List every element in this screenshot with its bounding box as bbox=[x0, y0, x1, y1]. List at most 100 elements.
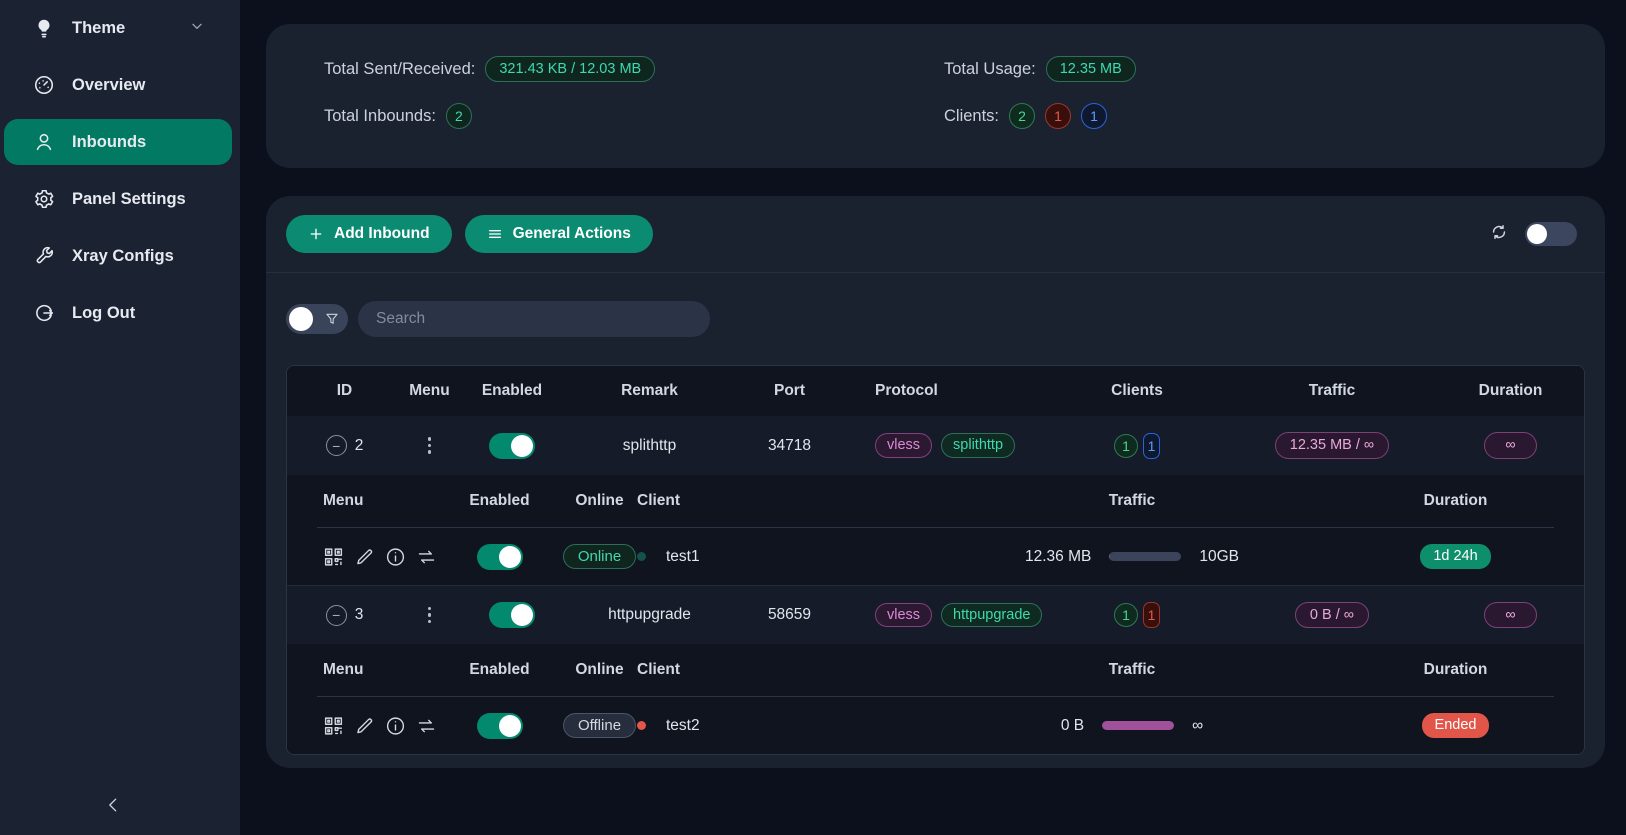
online-status-badge: Offline bbox=[563, 713, 636, 738]
sidebar-item-label: Log Out bbox=[72, 304, 135, 323]
qr-code-icon[interactable] bbox=[323, 546, 344, 568]
inbound-id: 3 bbox=[355, 606, 364, 624]
stat-total-inbounds: Total Inbounds: 2 bbox=[324, 101, 944, 131]
client-menu-cell bbox=[287, 546, 437, 568]
add-inbound-button[interactable]: Add Inbound bbox=[286, 215, 452, 253]
traffic-cell: 12.35 MB / ∞ bbox=[1227, 432, 1437, 459]
inbounds-table: ID Menu Enabled Remark Port Protocol Cli… bbox=[286, 365, 1585, 755]
main-content: Total Sent/Received: 321.43 KB / 12.03 M… bbox=[240, 0, 1626, 835]
sidebar-collapse-button[interactable] bbox=[104, 795, 128, 819]
info-icon[interactable] bbox=[385, 715, 406, 737]
menu-cell bbox=[402, 603, 457, 628]
info-icon[interactable] bbox=[385, 546, 406, 568]
auto-refresh-toggle[interactable] bbox=[1525, 222, 1577, 246]
protocol-cell: vless splithttp bbox=[847, 433, 1047, 458]
clients-cell: 1 1 bbox=[1047, 433, 1227, 459]
client-traffic-cell: 12.36 MB 10GB bbox=[937, 548, 1327, 566]
repeat-icon[interactable] bbox=[416, 715, 437, 737]
sidebar-item-theme[interactable]: Theme bbox=[4, 5, 232, 51]
id-cell: − 2 bbox=[287, 435, 402, 456]
general-actions-button[interactable]: General Actions bbox=[465, 215, 653, 253]
subcol-header-client: Client bbox=[637, 492, 937, 510]
wrench-icon bbox=[33, 245, 55, 267]
client-traffic-cell: 0 B ∞ bbox=[937, 717, 1327, 735]
online-status-badge: Online bbox=[563, 544, 636, 569]
stat-total-sent-received: Total Sent/Received: 321.43 KB / 12.03 M… bbox=[324, 54, 944, 84]
sidebar-item-xray-configs[interactable]: Xray Configs bbox=[4, 233, 232, 279]
subcol-header-enabled: Enabled bbox=[437, 492, 562, 510]
subcol-header-enabled: Enabled bbox=[437, 661, 562, 679]
repeat-icon[interactable] bbox=[416, 546, 437, 568]
sidebar-item-label: Panel Settings bbox=[72, 190, 186, 209]
client-enabled-toggle[interactable] bbox=[477, 713, 523, 739]
sidebar-item-overview[interactable]: Overview bbox=[4, 62, 232, 108]
sidebar: Theme Overview Inbounds Panel Settings X… bbox=[0, 0, 240, 835]
transport-tag: splithttp bbox=[941, 433, 1015, 458]
client-duration-cell: Ended bbox=[1327, 713, 1584, 738]
sidebar-item-label: Xray Configs bbox=[72, 247, 174, 266]
col-header-duration: Duration bbox=[1437, 382, 1584, 400]
search-row bbox=[266, 273, 1605, 351]
protocol-tag: vless bbox=[875, 603, 932, 628]
search-input[interactable] bbox=[358, 301, 710, 337]
chevron-down-icon bbox=[190, 19, 204, 38]
collapse-row-icon[interactable]: − bbox=[326, 605, 347, 626]
client-duration-badge: 1d 24h bbox=[1420, 544, 1490, 569]
traffic-progress-bar bbox=[1102, 721, 1174, 730]
client-enabled-toggle[interactable] bbox=[477, 544, 523, 570]
client-row: Offline test2 0 B ∞ Ended bbox=[287, 697, 1584, 754]
client-status-dot bbox=[637, 552, 646, 561]
protocol-tag: vless bbox=[875, 433, 932, 458]
subcol-header-traffic: Traffic bbox=[937, 661, 1327, 679]
dashboard-icon bbox=[33, 74, 55, 96]
toolbar: Add Inbound General Actions bbox=[266, 196, 1605, 273]
client-header-row: Menu Enabled Online Client Traffic Durat… bbox=[287, 644, 1584, 696]
transport-tag: httpupgrade bbox=[941, 603, 1042, 628]
sidebar-item-label: Theme bbox=[72, 19, 125, 38]
kebab-menu-icon[interactable] bbox=[424, 433, 436, 458]
expanded-clients-panel: Menu Enabled Online Client Traffic Durat… bbox=[287, 475, 1584, 585]
col-header-remark: Remark bbox=[567, 382, 732, 400]
traffic-used: 0 B bbox=[1061, 717, 1084, 735]
collapse-row-icon[interactable]: − bbox=[326, 435, 347, 456]
col-header-id: ID bbox=[287, 382, 402, 400]
duration-badge: ∞ bbox=[1484, 602, 1536, 629]
edit-icon[interactable] bbox=[354, 546, 375, 568]
id-cell: − 3 bbox=[287, 605, 402, 626]
sidebar-item-inbounds[interactable]: Inbounds bbox=[4, 119, 232, 165]
sidebar-item-panel-settings[interactable]: Panel Settings bbox=[4, 176, 232, 222]
clients-count-blue: 1 bbox=[1081, 103, 1107, 129]
filter-toggle[interactable] bbox=[286, 304, 348, 334]
port-cell: 34718 bbox=[732, 437, 847, 455]
sidebar-item-log-out[interactable]: Log Out bbox=[4, 290, 232, 336]
qr-code-icon[interactable] bbox=[323, 715, 344, 737]
traffic-badge: 12.35 MB / ∞ bbox=[1275, 432, 1390, 459]
plus-icon bbox=[308, 226, 324, 242]
subcol-header-traffic: Traffic bbox=[937, 492, 1327, 510]
stat-clients: Clients: 2 1 1 bbox=[944, 101, 1605, 131]
client-count-green: 1 bbox=[1114, 603, 1138, 627]
subcol-header-menu: Menu bbox=[287, 492, 437, 510]
sidebar-item-label: Inbounds bbox=[72, 133, 146, 152]
enabled-toggle[interactable] bbox=[489, 602, 535, 628]
traffic-progress-bar bbox=[1109, 552, 1181, 561]
filter-icon bbox=[325, 312, 339, 326]
traffic-cell: 0 B / ∞ bbox=[1227, 602, 1437, 629]
enabled-toggle[interactable] bbox=[489, 433, 535, 459]
edit-icon[interactable] bbox=[354, 715, 375, 737]
stat-label: Total Usage: bbox=[944, 60, 1036, 79]
inbound-row: − 3 httpupgrade 58659 vless httpupgrade … bbox=[287, 585, 1584, 644]
stat-label: Clients: bbox=[944, 107, 999, 126]
protocol-cell: vless httpupgrade bbox=[847, 603, 1047, 628]
stat-label: Total Sent/Received: bbox=[324, 60, 475, 79]
menu-cell bbox=[402, 433, 457, 458]
stat-value-badge: 12.35 MB bbox=[1046, 56, 1136, 83]
sidebar-item-label: Overview bbox=[72, 76, 145, 95]
inbound-id: 2 bbox=[355, 437, 364, 455]
client-name: test2 bbox=[666, 717, 700, 735]
subcol-header-duration: Duration bbox=[1327, 661, 1584, 679]
kebab-menu-icon[interactable] bbox=[424, 603, 436, 628]
chevron-left-icon bbox=[104, 795, 124, 815]
client-header-row: Menu Enabled Online Client Traffic Durat… bbox=[287, 475, 1584, 527]
refresh-icon[interactable] bbox=[1489, 222, 1509, 247]
